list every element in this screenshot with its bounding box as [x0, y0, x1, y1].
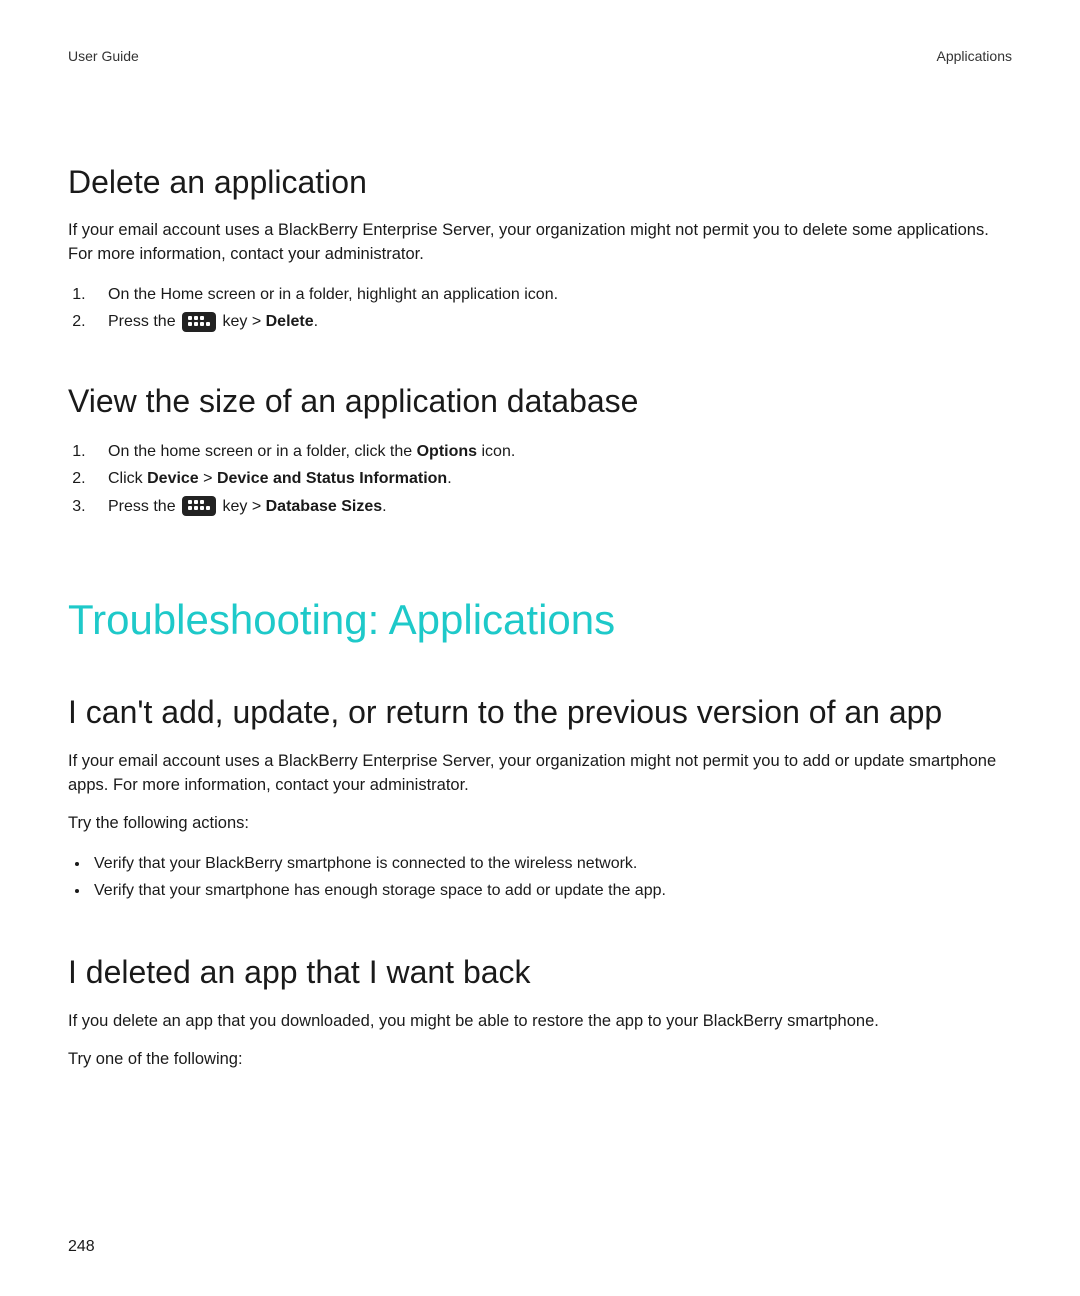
step-bold: Database Sizes	[266, 498, 383, 515]
step-text: >	[199, 470, 217, 487]
step-text: .	[382, 498, 386, 515]
step-text: On the Home screen or in a folder, highl…	[108, 286, 558, 303]
heading-view-db-size: View the size of an application database	[68, 383, 1012, 420]
list-item: On the Home screen or in a folder, highl…	[90, 281, 1012, 308]
step-bold: Options	[417, 443, 477, 460]
steps-view-db-size: On the home screen or in a folder, click…	[68, 438, 1012, 520]
paragraph: Try the following actions:	[68, 812, 1012, 836]
list-item: Verify that your BlackBerry smartphone i…	[90, 850, 1012, 877]
paragraph: If you delete an app that you downloaded…	[68, 1010, 1012, 1034]
step-text: Click	[108, 470, 147, 487]
step-bold: Device	[147, 470, 199, 487]
blackberry-key-icon	[182, 496, 216, 516]
bullet-text: Verify that your BlackBerry smartphone i…	[94, 855, 637, 872]
blackberry-key-icon	[182, 312, 216, 332]
heading-delete-app: Delete an application	[68, 164, 1012, 201]
step-bold: Delete	[266, 313, 314, 330]
step-bold: Device and Status Information	[217, 470, 447, 487]
header-right: Applications	[937, 48, 1013, 64]
list-item: Verify that your smartphone has enough s…	[90, 877, 1012, 904]
list-item: Press the key > Delete.	[90, 308, 1012, 335]
step-text: icon.	[477, 443, 515, 460]
heading-troubleshooting: Troubleshooting: Applications	[68, 596, 1012, 644]
step-text: .	[314, 313, 318, 330]
header-left: User Guide	[68, 48, 139, 64]
bullet-text: Verify that your smartphone has enough s…	[94, 882, 666, 899]
page-number: 248	[68, 1238, 95, 1256]
step-text: .	[447, 470, 451, 487]
heading-cant-add-update: I can't add, update, or return to the pr…	[68, 692, 1012, 732]
step-text: key >	[218, 313, 266, 330]
bullets-try-actions: Verify that your BlackBerry smartphone i…	[68, 850, 1012, 904]
heading-deleted-app-back: I deleted an app that I want back	[68, 952, 1012, 992]
step-text: Press the	[108, 498, 180, 515]
page-header: User Guide Applications	[68, 48, 1012, 64]
list-item: On the home screen or in a folder, click…	[90, 438, 1012, 465]
paragraph: If your email account uses a BlackBerry …	[68, 750, 1012, 798]
steps-delete-app: On the Home screen or in a folder, highl…	[68, 281, 1012, 335]
paragraph: Try one of the following:	[68, 1048, 1012, 1072]
step-text: On the home screen or in a folder, click…	[108, 443, 417, 460]
list-item: Press the key > Database Sizes.	[90, 493, 1012, 520]
list-item: Click Device > Device and Status Informa…	[90, 465, 1012, 492]
step-text: Press the	[108, 313, 180, 330]
step-text: key >	[218, 498, 266, 515]
paragraph: If your email account uses a BlackBerry …	[68, 219, 1012, 267]
